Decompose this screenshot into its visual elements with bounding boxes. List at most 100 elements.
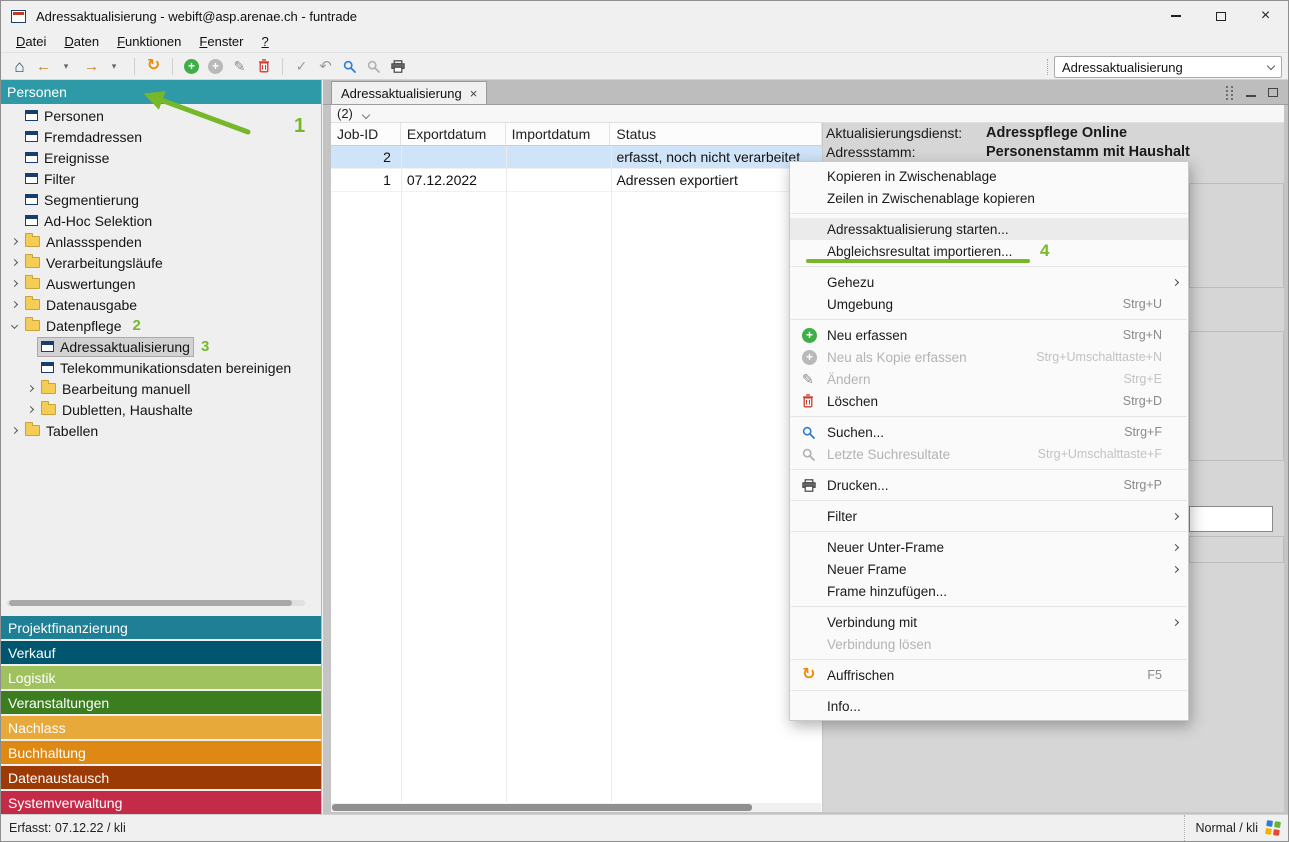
back-icon[interactable]: ←: [33, 55, 54, 77]
minimize-button[interactable]: [1153, 1, 1198, 31]
undo-icon[interactable]: ↶: [315, 55, 336, 77]
frame-minimize-icon[interactable]: [1246, 84, 1256, 102]
tree-item-tabellen[interactable]: Tabellen: [1, 420, 321, 441]
sidebar-section-buchhaltung[interactable]: Buchhaltung: [1, 741, 321, 764]
sidebar-section-systemverwaltung[interactable]: Systemverwaltung: [1, 791, 321, 814]
column-header-job-id[interactable]: Job-ID: [331, 123, 401, 145]
tree-item-ereignisse[interactable]: Ereignisse: [1, 147, 321, 168]
check-icon[interactable]: ✓: [291, 55, 312, 77]
menu-item-neu-erfassen[interactable]: +Neu erfassenStrg+N: [790, 324, 1188, 346]
navigation-combobox[interactable]: Adressaktualisierung: [1054, 56, 1282, 78]
menu-item-info[interactable]: Info...: [790, 695, 1188, 717]
menu-item-neuer-unter-frame[interactable]: Neuer Unter-Frame: [790, 536, 1188, 558]
maximize-button[interactable]: [1198, 1, 1243, 31]
menu-item-umgebung[interactable]: UmgebungStrg+U: [790, 293, 1188, 315]
sidebar-section-veranstaltungen[interactable]: Veranstaltungen: [1, 691, 321, 714]
tree-item-fremdadressen[interactable]: Fremdadressen: [1, 126, 321, 147]
menubar-item-fenster[interactable]: Fenster: [190, 32, 252, 51]
menubar-item-funktionen[interactable]: Funktionen: [108, 32, 190, 51]
chevron-right-icon[interactable]: [7, 428, 22, 433]
tree-item-adressaktualisierung[interactable]: Adressaktualisierung3: [1, 336, 321, 357]
tab-adressaktualisierung[interactable]: Adressaktualisierung ×: [331, 81, 487, 104]
combobox-value: Adressaktualisierung: [1062, 60, 1183, 75]
tab-close-icon[interactable]: ×: [470, 86, 478, 101]
sort-indicator-icon[interactable]: [362, 111, 370, 119]
tree-item-label: Dubletten, Haushalte: [62, 402, 193, 418]
chevron-right-icon[interactable]: [7, 281, 22, 286]
menu-item-gehezu[interactable]: Gehezu: [790, 271, 1188, 293]
menu-item-frame-hinzufügen[interactable]: Frame hinzufügen...: [790, 580, 1188, 602]
chevron-down-icon[interactable]: [1267, 61, 1275, 69]
menu-item-auffrischen[interactable]: ↻AuffrischenF5: [790, 664, 1188, 686]
trash-icon[interactable]: [253, 55, 274, 77]
menu-item-zeilen-in-zwischenablage-kopieren[interactable]: Zeilen in Zwischenablage kopieren: [790, 187, 1188, 209]
tree-item-personen[interactable]: Personen: [1, 105, 321, 126]
table-horizontal-scrollbar[interactable]: [331, 803, 821, 812]
tree-item-anlassspenden[interactable]: Anlassspenden: [1, 231, 321, 252]
menu-item-abgleichsresultat-importieren[interactable]: Abgleichsresultat importieren...4: [790, 240, 1188, 262]
forward-icon[interactable]: →: [81, 55, 102, 77]
submenu-arrow-icon: [1172, 543, 1179, 550]
home-icon[interactable]: ⌂: [9, 55, 30, 77]
menubar-item-datei[interactable]: Datei: [7, 32, 55, 51]
sidebar-header-personen[interactable]: Personen: [1, 80, 321, 104]
menubar-item-[interactable]: ?: [253, 32, 278, 51]
chevron-right-icon[interactable]: [7, 260, 22, 265]
menu-item-kopieren-in-zwischenablage[interactable]: Kopieren in Zwischenablage: [790, 165, 1188, 187]
menu-item-löschen[interactable]: LöschenStrg+D: [790, 390, 1188, 412]
close-button[interactable]: ×: [1243, 1, 1288, 31]
tree-horizontal-scrollbar[interactable]: [7, 600, 305, 606]
column-header-exportdatum[interactable]: Exportdatum: [401, 123, 506, 145]
sidebar-section-nachlass[interactable]: Nachlass: [1, 716, 321, 739]
plus-icon[interactable]: +: [181, 55, 202, 77]
menu-item-suchen[interactable]: Suchen...Strg+F: [790, 421, 1188, 443]
menu-item-filter[interactable]: Filter: [790, 505, 1188, 527]
menu-item-verbindung-mit[interactable]: Verbindung mit: [790, 611, 1188, 633]
menu-item-label: Filter: [827, 509, 857, 524]
background-input[interactable]: [1189, 506, 1273, 532]
sidebar-section-verkauf[interactable]: Verkauf: [1, 641, 321, 664]
table-cell: 1: [331, 169, 401, 191]
search-dim-icon[interactable]: [363, 55, 384, 77]
sidebar-section-datenaustausch[interactable]: Datenaustausch: [1, 766, 321, 789]
chevron-right-icon[interactable]: [23, 386, 38, 391]
menu-item-neuer-frame[interactable]: Neuer Frame: [790, 558, 1188, 580]
chevron-right-icon[interactable]: [7, 302, 22, 307]
table-row[interactable]: 2erfasst, noch nicht verarbeitet: [331, 146, 822, 169]
printer-icon[interactable]: [387, 55, 408, 77]
tree-item-auswertungen[interactable]: Auswertungen: [1, 273, 321, 294]
tree-item-dubletten-haushalte[interactable]: Dubletten, Haushalte: [1, 399, 321, 420]
scrollbar-thumb[interactable]: [332, 804, 752, 811]
table-row[interactable]: 107.12.2022Adressen exportiert: [331, 169, 822, 192]
menu-item-label: Verbindung mit: [827, 615, 917, 630]
tree-item-datenausgabe[interactable]: Datenausgabe: [1, 294, 321, 315]
sidebar-section-projektfinanzierung[interactable]: Projektfinanzierung: [1, 616, 321, 639]
menu-item-drucken[interactable]: Drucken...Strg+P: [790, 474, 1188, 496]
tree-item-verarbeitungsläufe[interactable]: Verarbeitungsläufe: [1, 252, 321, 273]
chevron-right-icon[interactable]: [23, 407, 38, 412]
refresh-icon[interactable]: ↻: [143, 55, 164, 77]
dropdown-icon[interactable]: ▾: [105, 55, 126, 77]
scrollbar-thumb[interactable]: [9, 600, 292, 606]
tree-item-segmentierung[interactable]: Segmentierung: [1, 189, 321, 210]
pencil-icon[interactable]: ✎: [229, 55, 250, 77]
tree-item-filter[interactable]: Filter: [1, 168, 321, 189]
frame-maximize-icon[interactable]: [1268, 84, 1278, 102]
copy-icon[interactable]: +: [205, 55, 226, 77]
tree-item-telekommunikationsdaten-bereinigen[interactable]: Telekommunikationsdaten bereinigen: [1, 357, 321, 378]
tree-item-ad-hoc-selektion[interactable]: Ad-Hoc Selektion: [1, 210, 321, 231]
chevron-right-icon[interactable]: [7, 239, 22, 244]
tree-item-datenpflege[interactable]: Datenpflege2: [1, 315, 321, 336]
tree-item-bearbeitung-manuell[interactable]: Bearbeitung manuell: [1, 378, 321, 399]
column-header-importdatum[interactable]: Importdatum: [506, 123, 611, 145]
chevron-down-icon[interactable]: [7, 323, 22, 328]
menu-item-shortcut: F5: [1147, 668, 1162, 682]
column-header-status[interactable]: Status: [610, 123, 822, 145]
dropdown-icon[interactable]: ▾: [57, 55, 78, 77]
sidebar-section-logistik[interactable]: Logistik: [1, 666, 321, 689]
drag-dots-icon[interactable]: [1226, 86, 1234, 101]
search-icon[interactable]: [339, 55, 360, 77]
menu-item-adressaktualisierung-starten[interactable]: Adressaktualisierung starten...: [790, 218, 1188, 240]
menubar-item-daten[interactable]: Daten: [55, 32, 108, 51]
background-groupbox: [1189, 331, 1284, 461]
